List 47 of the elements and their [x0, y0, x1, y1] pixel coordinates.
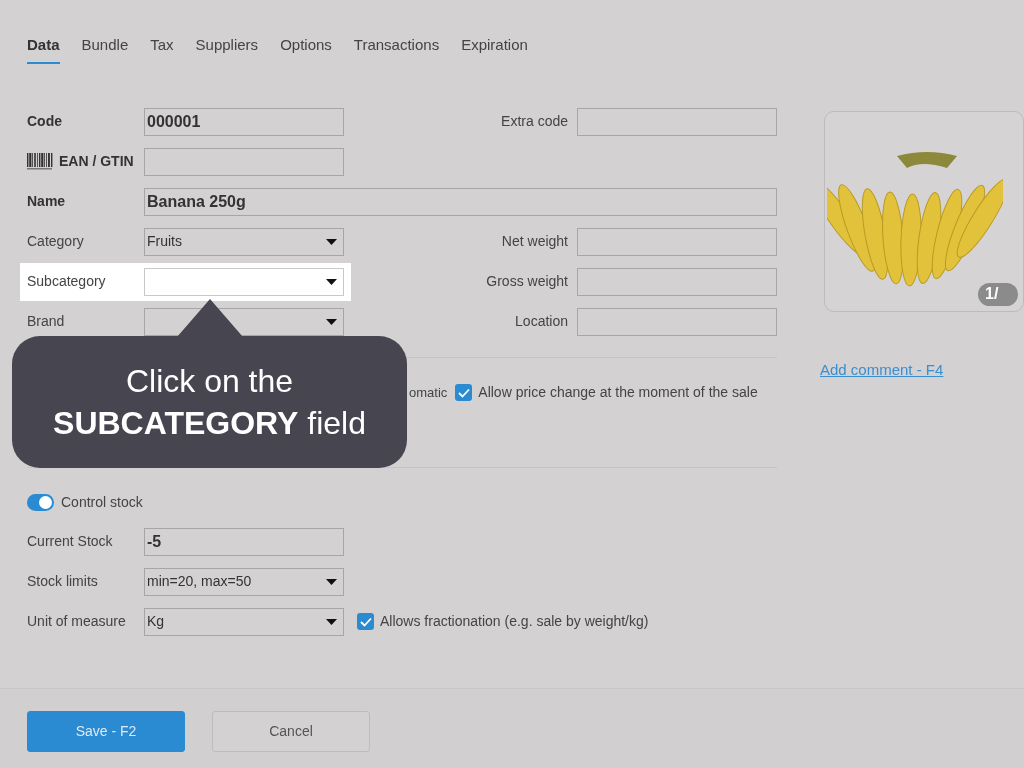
field-label: Gross weight [486, 272, 568, 291]
text-field[interactable] [577, 307, 777, 336]
field-label: Name [27, 192, 66, 211]
cancel-button[interactable]: Cancel [212, 711, 370, 752]
text-field[interactable]: -5 [144, 527, 344, 556]
tab[interactable]: Tax [150, 34, 174, 64]
dropdown-field[interactable] [144, 267, 344, 296]
text-field[interactable] [577, 227, 777, 256]
image-counter: 1/ [978, 282, 1018, 306]
tab[interactable]: Transactions [353, 34, 440, 64]
text-field[interactable]: 000001 [144, 107, 344, 136]
field-label: Unit of measure [27, 612, 127, 631]
checkbox-label[interactable]: Allows fractionation (e.g. sale by weight/kg) [380, 611, 649, 632]
caret-icon [326, 578, 337, 585]
caret-icon [326, 618, 337, 625]
toggle-switch[interactable] [27, 493, 54, 511]
caret-icon [326, 238, 337, 245]
field-label: Stock limits [27, 572, 99, 591]
tab[interactable]: Expiration [461, 34, 528, 64]
tab[interactable]: Options [280, 34, 332, 64]
field-label: Code [27, 112, 62, 131]
tab[interactable]: Suppliers [195, 34, 259, 64]
text-field[interactable] [577, 267, 777, 296]
field-label: Net weight [501, 232, 568, 251]
checkbox[interactable] [357, 613, 374, 630]
field-label: EAN / GTIN [59, 152, 134, 171]
checkbox-label[interactable]: Allow price change at the moment of the sale [478, 382, 758, 403]
partial-text: omatic [409, 383, 448, 402]
dropdown-field[interactable]: Fruits [144, 227, 344, 256]
checkbox[interactable] [455, 384, 473, 401]
tab[interactable]: Data [27, 34, 60, 64]
field-label: Brand [27, 312, 65, 331]
field-label: Extra code [501, 112, 568, 131]
text-field[interactable] [577, 107, 777, 136]
field-label: Location [515, 312, 568, 331]
text-field[interactable] [144, 147, 344, 176]
field-label: Subcategory [27, 272, 106, 291]
caret-icon [326, 318, 337, 325]
field-label: Current Stock [27, 532, 114, 551]
dropdown-field[interactable]: Kg [144, 607, 344, 636]
tab[interactable]: Bundle [81, 34, 129, 64]
tooltip-arrow [177, 299, 243, 337]
field-label: Control stock [61, 492, 143, 512]
dropdown-field[interactable]: min=20, max=50 [144, 567, 344, 596]
field-label: Category [27, 232, 84, 251]
caret-icon [326, 278, 337, 285]
text-field[interactable]: Banana 250g [144, 187, 777, 216]
